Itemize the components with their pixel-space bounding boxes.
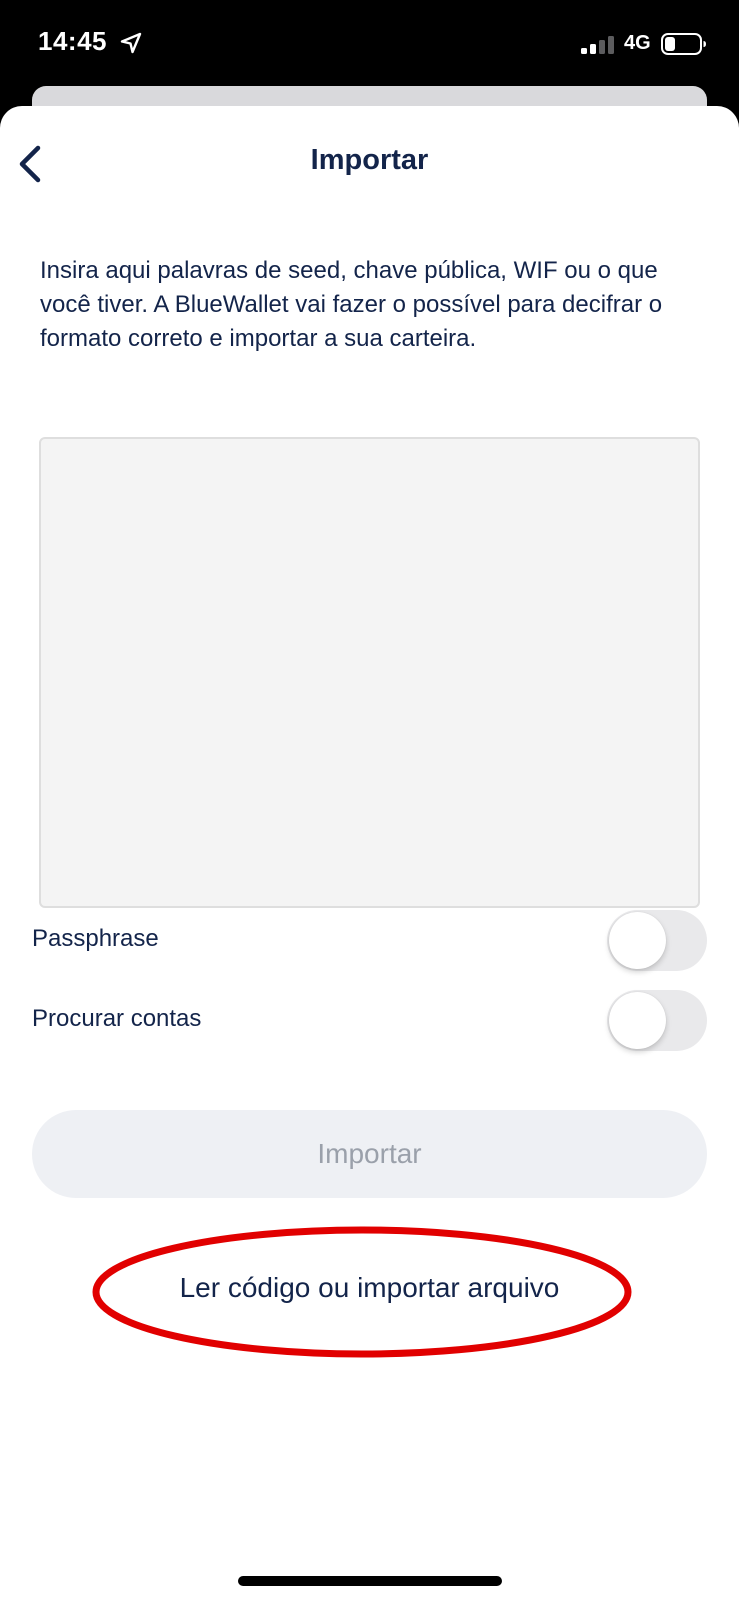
cellular-signal-icon <box>581 36 614 54</box>
passphrase-row: Passphrase <box>32 910 707 972</box>
import-button[interactable]: Importar <box>32 1110 707 1198</box>
passphrase-label: Passphrase <box>32 925 159 952</box>
status-bar: 14:45 4G <box>0 0 739 90</box>
page-title: Importar <box>310 144 429 176</box>
switch-knob <box>609 992 666 1049</box>
switch-knob <box>609 912 666 969</box>
battery-icon <box>661 33 706 55</box>
search-accounts-switch[interactable] <box>607 990 707 1051</box>
import-description: Insira aqui palavras de seed, chave públ… <box>40 257 663 352</box>
search-accounts-label: Procurar contas <box>32 1005 202 1032</box>
network-type: 4G <box>624 32 651 54</box>
passphrase-switch[interactable] <box>607 910 707 971</box>
import-sheet: Importar Insira aqui palavras de seed, c… <box>0 106 739 1600</box>
status-time: 14:45 <box>38 26 107 56</box>
scan-or-import-file-link[interactable]: Ler código ou importar arquivo <box>0 1272 739 1304</box>
seed-input[interactable] <box>39 437 700 908</box>
search-accounts-row: Procurar contas <box>32 990 707 1052</box>
location-arrow-icon <box>120 32 142 54</box>
home-indicator <box>238 1576 502 1586</box>
